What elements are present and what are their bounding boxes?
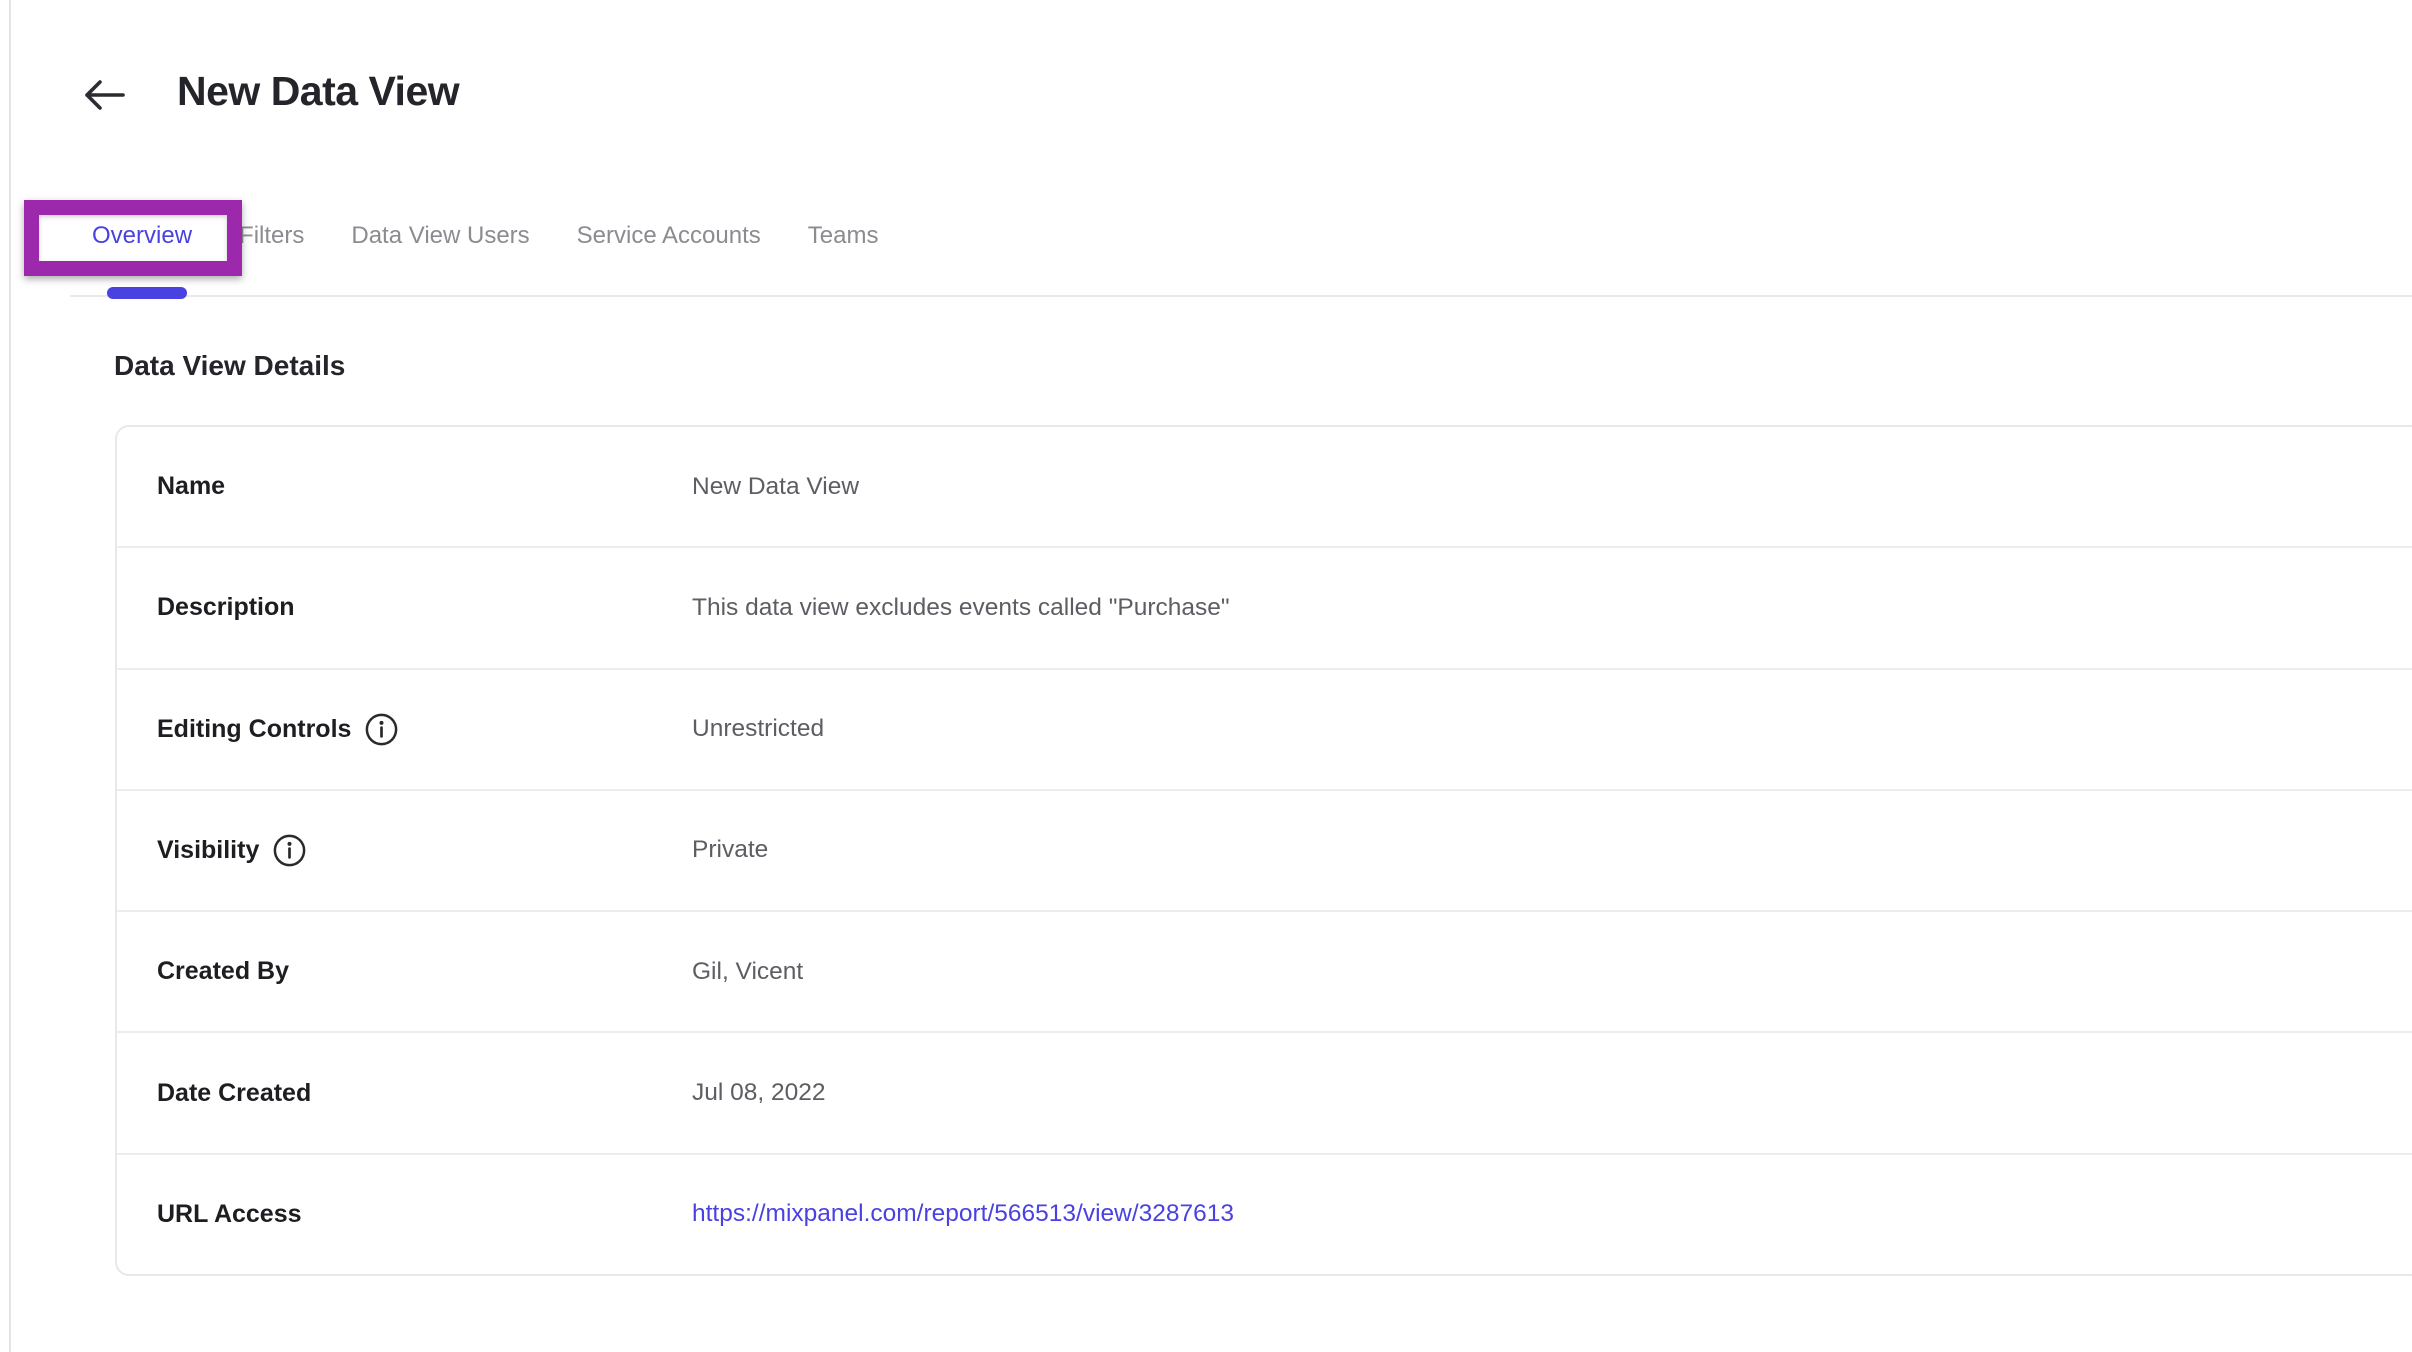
row-value: Gil, Vicent: [692, 958, 803, 986]
back-button[interactable]: [82, 74, 128, 116]
tab-bar: Overview Filters Data View Users Service…: [0, 195, 2412, 305]
info-icon[interactable]: [364, 712, 399, 747]
tab-service-accounts[interactable]: Service Accounts: [577, 222, 761, 250]
detail-row-created-by: Created By Gil, Vicent: [117, 910, 2412, 1031]
data-view-settings-page: New Data View Overview Filters Data View…: [0, 0, 2412, 1352]
row-value: Private: [692, 836, 768, 864]
tab-filters[interactable]: Filters: [239, 222, 304, 250]
tab-data-view-users[interactable]: Data View Users: [351, 222, 529, 250]
annotation-highlight-box: [24, 200, 242, 276]
info-icon[interactable]: [272, 833, 307, 868]
row-value: This data view excludes events called "P…: [692, 594, 1230, 622]
row-label: URL Access: [157, 1200, 302, 1229]
row-label: Name: [157, 472, 225, 501]
row-value: Jul 08, 2022: [692, 1079, 826, 1107]
active-tab-indicator: [107, 287, 187, 299]
detail-row-editing-controls: Editing Controls Unrestricted: [117, 668, 2412, 789]
page-header: New Data View: [0, 0, 2412, 160]
tab-teams[interactable]: Teams: [808, 222, 879, 250]
page-title: New Data View: [177, 68, 459, 115]
detail-row-visibility: Visibility Private: [117, 789, 2412, 910]
row-label: Editing Controls: [157, 712, 399, 747]
data-view-details-card: Name New Data View Description This data…: [115, 425, 2412, 1276]
row-label: Date Created: [157, 1079, 311, 1108]
row-value: New Data View: [692, 473, 859, 501]
left-arrow-icon: [82, 75, 128, 115]
section-title: Data View Details: [114, 350, 345, 382]
detail-row-date-created: Date Created Jul 08, 2022: [117, 1031, 2412, 1152]
row-label: Description: [157, 593, 295, 622]
detail-row-description: Description This data view excludes even…: [117, 546, 2412, 667]
row-value: Unrestricted: [692, 715, 824, 743]
detail-row-name: Name New Data View: [117, 427, 2412, 546]
row-label: Visibility: [157, 833, 307, 868]
tabbar-divider: [70, 295, 2412, 297]
data-view-url-link[interactable]: https://mixpanel.com/report/566513/view/…: [692, 1200, 1234, 1227]
row-value: https://mixpanel.com/report/566513/view/…: [692, 1200, 1234, 1228]
detail-row-url-access: URL Access https://mixpanel.com/report/5…: [117, 1153, 2412, 1274]
row-label: Created By: [157, 957, 289, 986]
